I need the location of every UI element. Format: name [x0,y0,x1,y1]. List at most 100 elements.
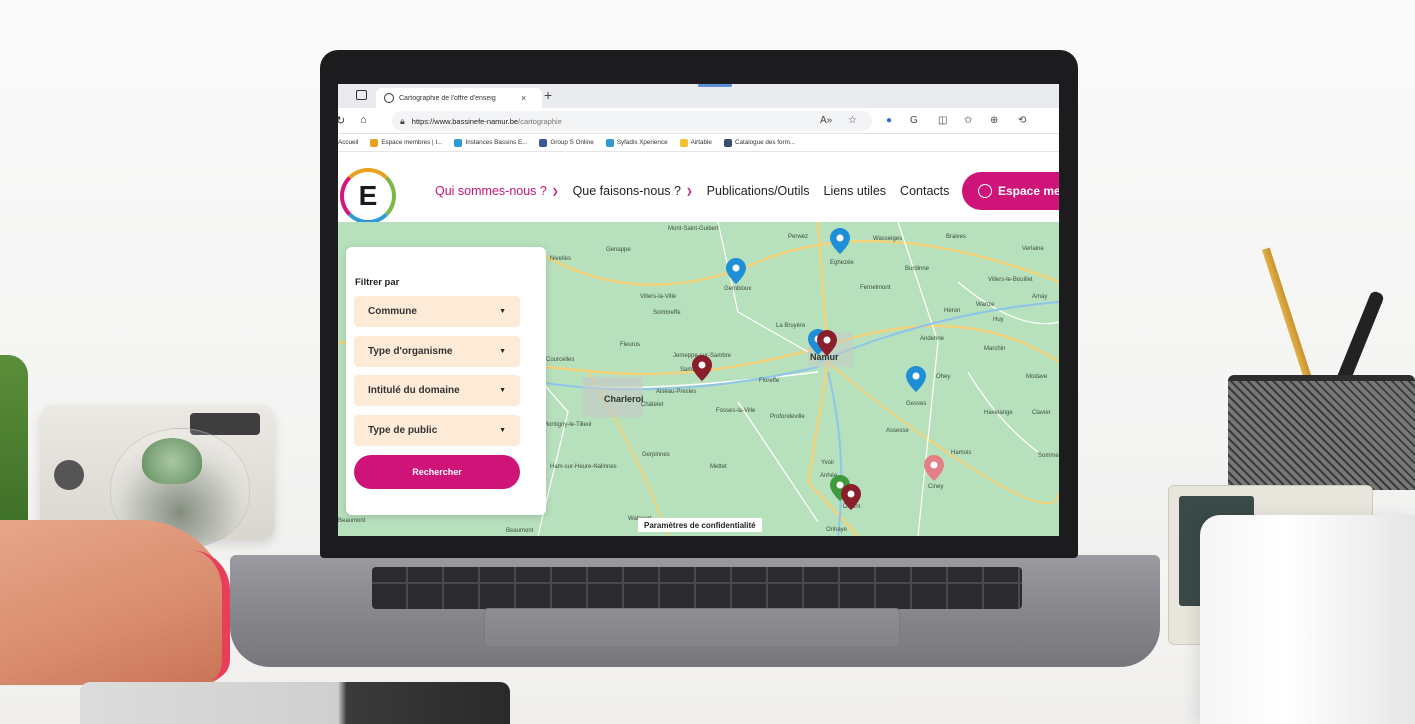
browser-tab[interactable]: Cartographie de l'offre d'enseig × [376,88,542,108]
home-icon[interactable]: ⌂ [360,114,367,126]
browser-address-bar: ↻ ⌂ 🔒︎ https://www.bassinefe-namur.be/ca… [338,108,1059,134]
caret-down-icon: ▼ [499,308,506,315]
tab-title: Cartographie de l'offre d'enseig [399,94,496,102]
map-label: Ham-sur-Heure-Nalinnes [550,464,617,470]
logo-letter: E [358,180,378,211]
site-logo[interactable]: E [340,168,396,224]
phone-decor [80,682,510,724]
nav-publications-outils[interactable]: Publications/Outils [707,184,810,198]
browser-tab-bar: Cartographie de l'offre d'enseig × + [338,84,1059,108]
select-label: Commune [368,306,417,317]
nav-contacts[interactable]: Contacts [900,184,949,198]
commune-select[interactable]: Commune ▼ [354,296,520,327]
laptop-keyboard [372,567,1022,609]
map-label: Eghezée [830,260,854,266]
map-marker-pin-icon[interactable] [841,484,861,510]
map-label: Modave [1026,374,1048,380]
map-marker-pin-icon[interactable] [817,330,837,356]
espace-membres-button[interactable]: Espace mem [962,172,1059,210]
map-label: Mettet [710,464,727,470]
pouch-zipper [190,550,230,680]
map-label: Genappe [606,247,631,253]
map-label: Marchin [984,346,1006,352]
chevron-down-icon: ❯ [551,186,559,196]
select-label: Type de public [368,425,438,436]
map-label: Havelange [984,410,1013,416]
pencil-cup-decor [1228,375,1415,490]
new-tab-button[interactable]: + [544,87,552,103]
select-label: Intitulé du domaine [368,385,460,396]
map-label: Somme [1038,453,1059,459]
nav-qui-sommes-nous[interactable]: Qui sommes-nous ? ❯ [435,184,559,198]
type-organisme-select[interactable]: Type d'organisme ▼ [354,336,520,367]
bookmark-group-s[interactable]: Group S Online [539,138,594,147]
map-label: Andenne [920,336,945,342]
map-label: Héron [944,308,961,314]
read-aloud-icon[interactable]: A» [820,115,832,126]
extension-icon[interactable]: ● [886,115,892,126]
map-marker-pin-icon[interactable] [906,366,926,392]
split-screen-icon[interactable]: ◫ [938,115,947,126]
map-label: Gembloux [724,286,752,292]
favorite-star-icon[interactable]: ☆ [848,115,857,126]
map-label: Hamois [951,450,972,456]
site-favicon-icon [384,93,394,103]
filter-panel: Filtrer par Commune ▼ Type d'organisme ▼… [346,247,546,515]
map-marker-pin-icon[interactable] [726,258,746,284]
bookmarks-bar: Accueil Espace membres | I... Instances … [338,134,1059,152]
map-label: Assesse [886,428,909,434]
chevron-down-icon: ❯ [685,186,693,196]
privacy-settings-link[interactable]: Paramètres de confidentialité [638,518,762,532]
map-marker-pin-icon[interactable] [924,455,944,481]
intitule-domaine-select[interactable]: Intitulé du domaine ▼ [354,375,520,406]
laptop-screen: Cartographie de l'offre d'enseig × + ↻ ⌂… [338,84,1059,536]
favorites-icon[interactable]: ✩ [964,115,972,126]
map-label: Ciney [928,484,944,490]
caret-down-icon: ▼ [499,348,506,355]
map-label: Burdinne [905,266,930,272]
bookmark-icon [723,138,732,147]
map-label: Villers-le-Bouillet [988,277,1033,283]
rechercher-button[interactable]: Rechercher [354,455,520,489]
map-label-city: Charleroi [604,394,644,404]
folder-icon [679,138,688,147]
espace-membres-label: Espace mem [998,184,1059,198]
map-marker-pin-icon[interactable] [830,228,850,254]
collections-icon[interactable]: ⊕ [990,115,998,126]
map-label: Amay [1032,294,1048,300]
nav-que-faisons-nous[interactable]: Que faisons-nous ? ❯ [573,184,693,198]
url-field[interactable]: 🔒︎ https://www.bassinefe-namur.be/cartog… [392,111,872,131]
bookmark-espace-membres[interactable]: Espace membres | I... [370,138,442,147]
refresh-icon[interactable]: ↻ [338,114,345,127]
user-icon [978,184,992,198]
mug-decor [1200,515,1415,724]
map-marker-pin-icon[interactable] [692,355,712,381]
map-label: Fleurus [620,342,641,348]
map-label: Perwez [788,234,809,240]
bookmark-accueil[interactable]: Accueil [338,139,358,146]
pouch-decor [0,520,230,685]
map-label: Wasseiges [873,236,903,242]
map-label: Yvoir [821,460,835,466]
bookmark-syfadis[interactable]: Syfadis Xperience [605,138,668,147]
tab-close-icon[interactable]: × [521,93,526,103]
map-label: Beaumont [338,518,366,524]
bookmark-catalogue[interactable]: Catalogue des form... [723,138,795,147]
bookmark-airtable[interactable]: Airtable [679,138,712,147]
nav-liens-utiles[interactable]: Liens utiles [824,184,887,198]
bookmark-icon [454,138,463,147]
map-label: Fosses-la-Ville [716,408,756,414]
type-public-select[interactable]: Type de public ▼ [354,415,520,446]
keyboard-row-separator [372,582,1022,584]
history-icon[interactable]: ⟲ [1018,115,1026,126]
copilot-icon[interactable]: G [910,115,918,126]
map-label: Gesves [906,401,927,407]
caret-down-icon: ▼ [499,427,506,434]
map-label: Montigny-le-Tilleul [543,422,592,428]
select-label: Type d'organisme [368,346,453,357]
map-label: Beaumont [506,528,534,534]
map-label: Profondeville [770,414,805,420]
filter-title: Filtrer par [355,277,400,288]
bookmark-instances[interactable]: Instances Bassins E... [454,138,527,147]
tab-actions-icon[interactable] [356,90,367,100]
